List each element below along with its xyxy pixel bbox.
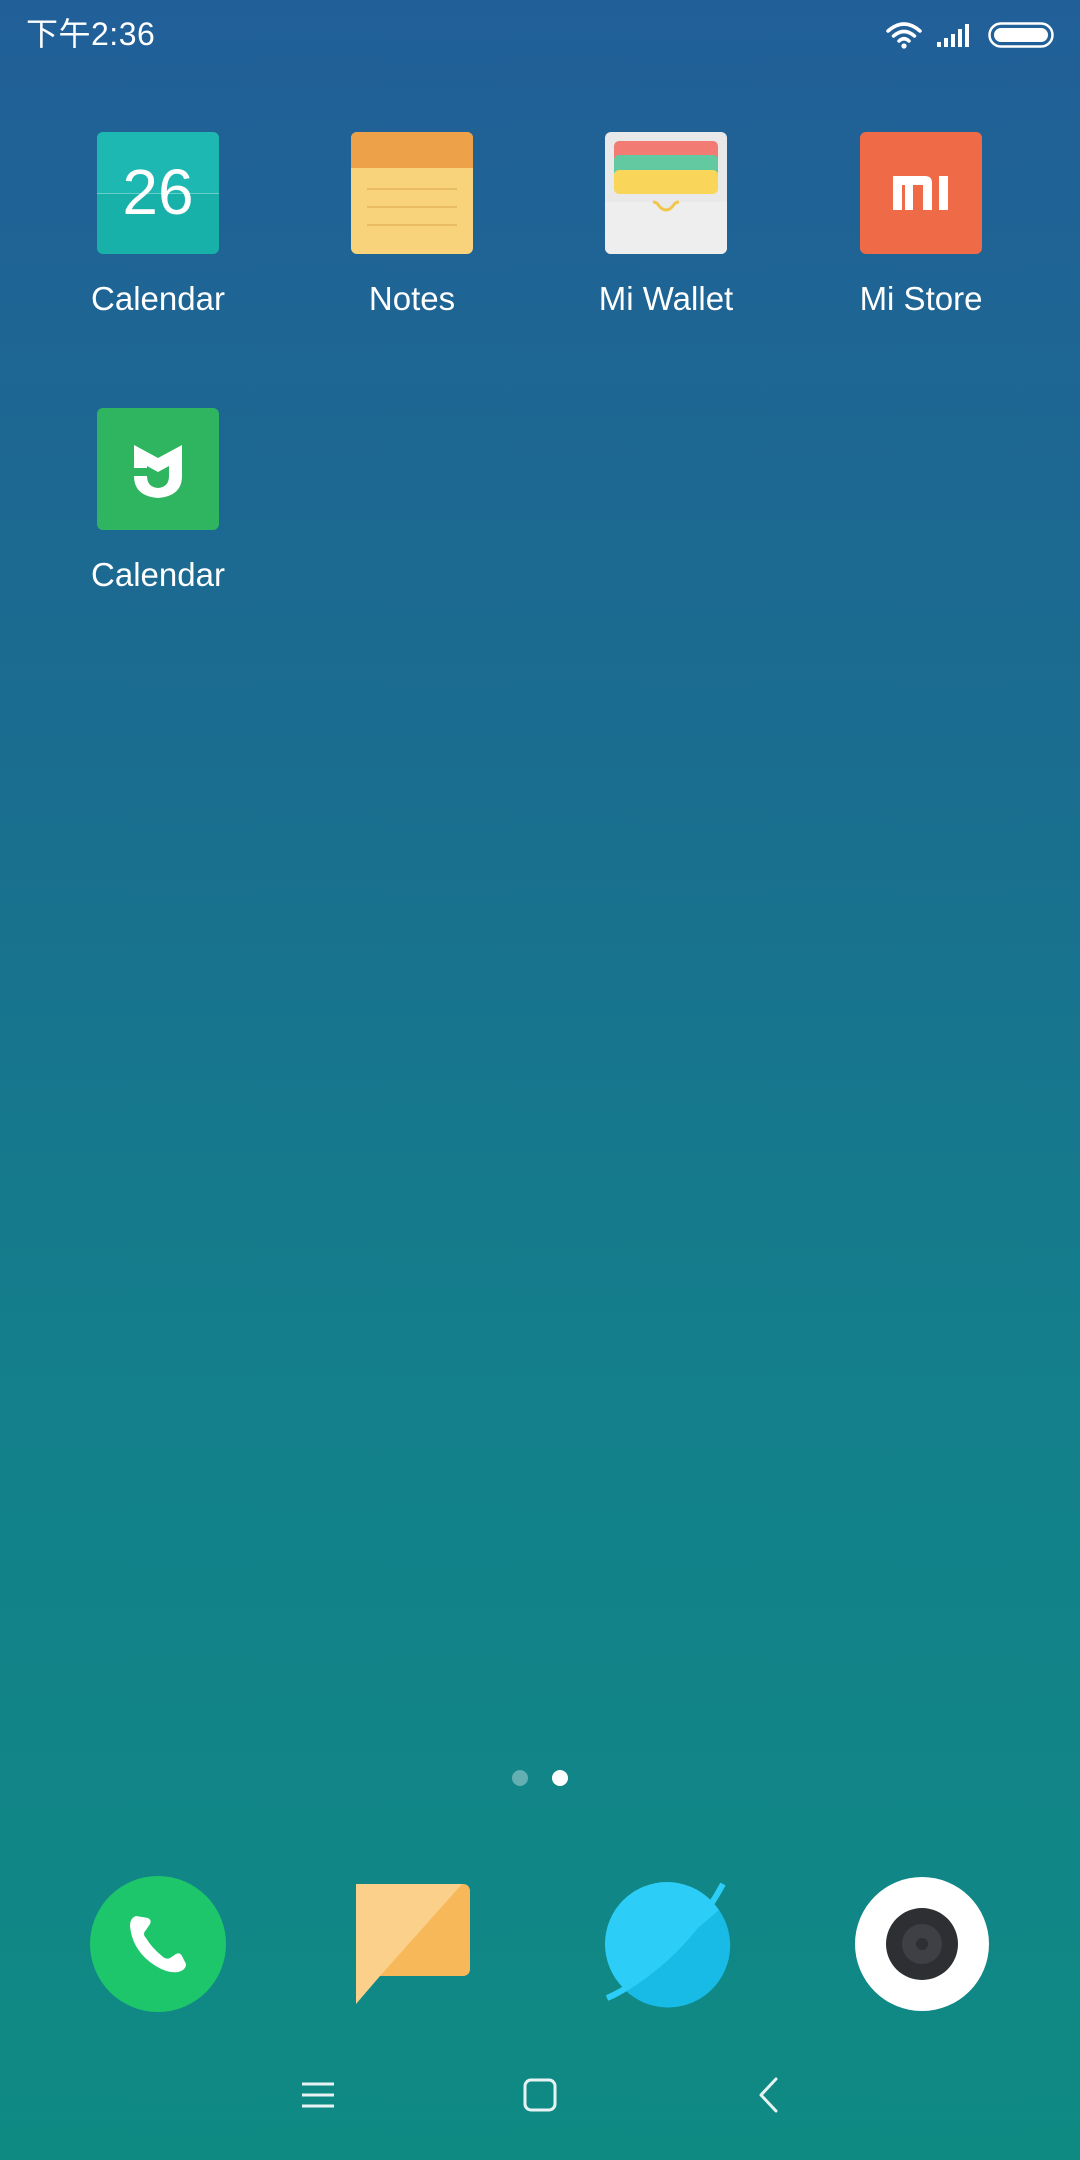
dock-camera[interactable]	[854, 1876, 990, 2012]
wallet-icon	[605, 132, 727, 254]
page-dot-1[interactable]	[512, 1770, 528, 1786]
menu-icon	[302, 2082, 334, 2108]
dock-messages[interactable]	[344, 1876, 480, 2012]
app-label: Calendar	[91, 556, 225, 593]
nav-menu-button[interactable]	[288, 2070, 348, 2120]
nav-back-button[interactable]	[738, 2070, 798, 2120]
status-bar: 下午2:36	[0, 0, 1080, 70]
status-icons	[886, 18, 1054, 52]
home-icon	[523, 2078, 557, 2112]
wifi-icon	[886, 22, 922, 49]
app-label: Calendar	[91, 280, 225, 317]
home-screen: 下午2:36 26 Calendar Notes Mi Wallet Mi St…	[0, 0, 1080, 2160]
calendar-date: 26	[122, 156, 194, 228]
status-time: 下午2:36	[26, 16, 156, 52]
back-icon	[759, 2077, 778, 2113]
app-mi-store[interactable]: Mi Store	[811, 132, 1031, 318]
signal-icon	[937, 24, 969, 47]
notes-icon	[351, 132, 473, 254]
dock-phone[interactable]	[90, 1876, 226, 2012]
app-notes[interactable]: Notes	[302, 132, 522, 318]
mi-home-icon	[97, 408, 219, 530]
camera-icon	[855, 1877, 989, 2011]
app-label: Mi Wallet	[598, 280, 734, 317]
app-calendar[interactable]: 26 Calendar	[48, 132, 268, 318]
app-label: Mi Store	[859, 280, 983, 317]
page-dot-2[interactable]	[552, 1770, 568, 1786]
app-label: Notes	[368, 280, 456, 317]
app-mi-home[interactable]: Calendar	[48, 408, 268, 594]
browser-icon	[605, 1882, 731, 2008]
page-indicator	[0, 1770, 1080, 1790]
mi-store-icon	[860, 132, 982, 254]
nav-home-button[interactable]	[510, 2070, 570, 2120]
messaging-icon	[356, 1884, 470, 2004]
calendar-icon: 26	[97, 132, 219, 254]
phone-icon	[90, 1876, 226, 2012]
app-mi-wallet[interactable]: Mi Wallet	[556, 132, 776, 318]
dock-browser[interactable]	[599, 1876, 735, 2012]
battery-icon	[988, 22, 1054, 48]
